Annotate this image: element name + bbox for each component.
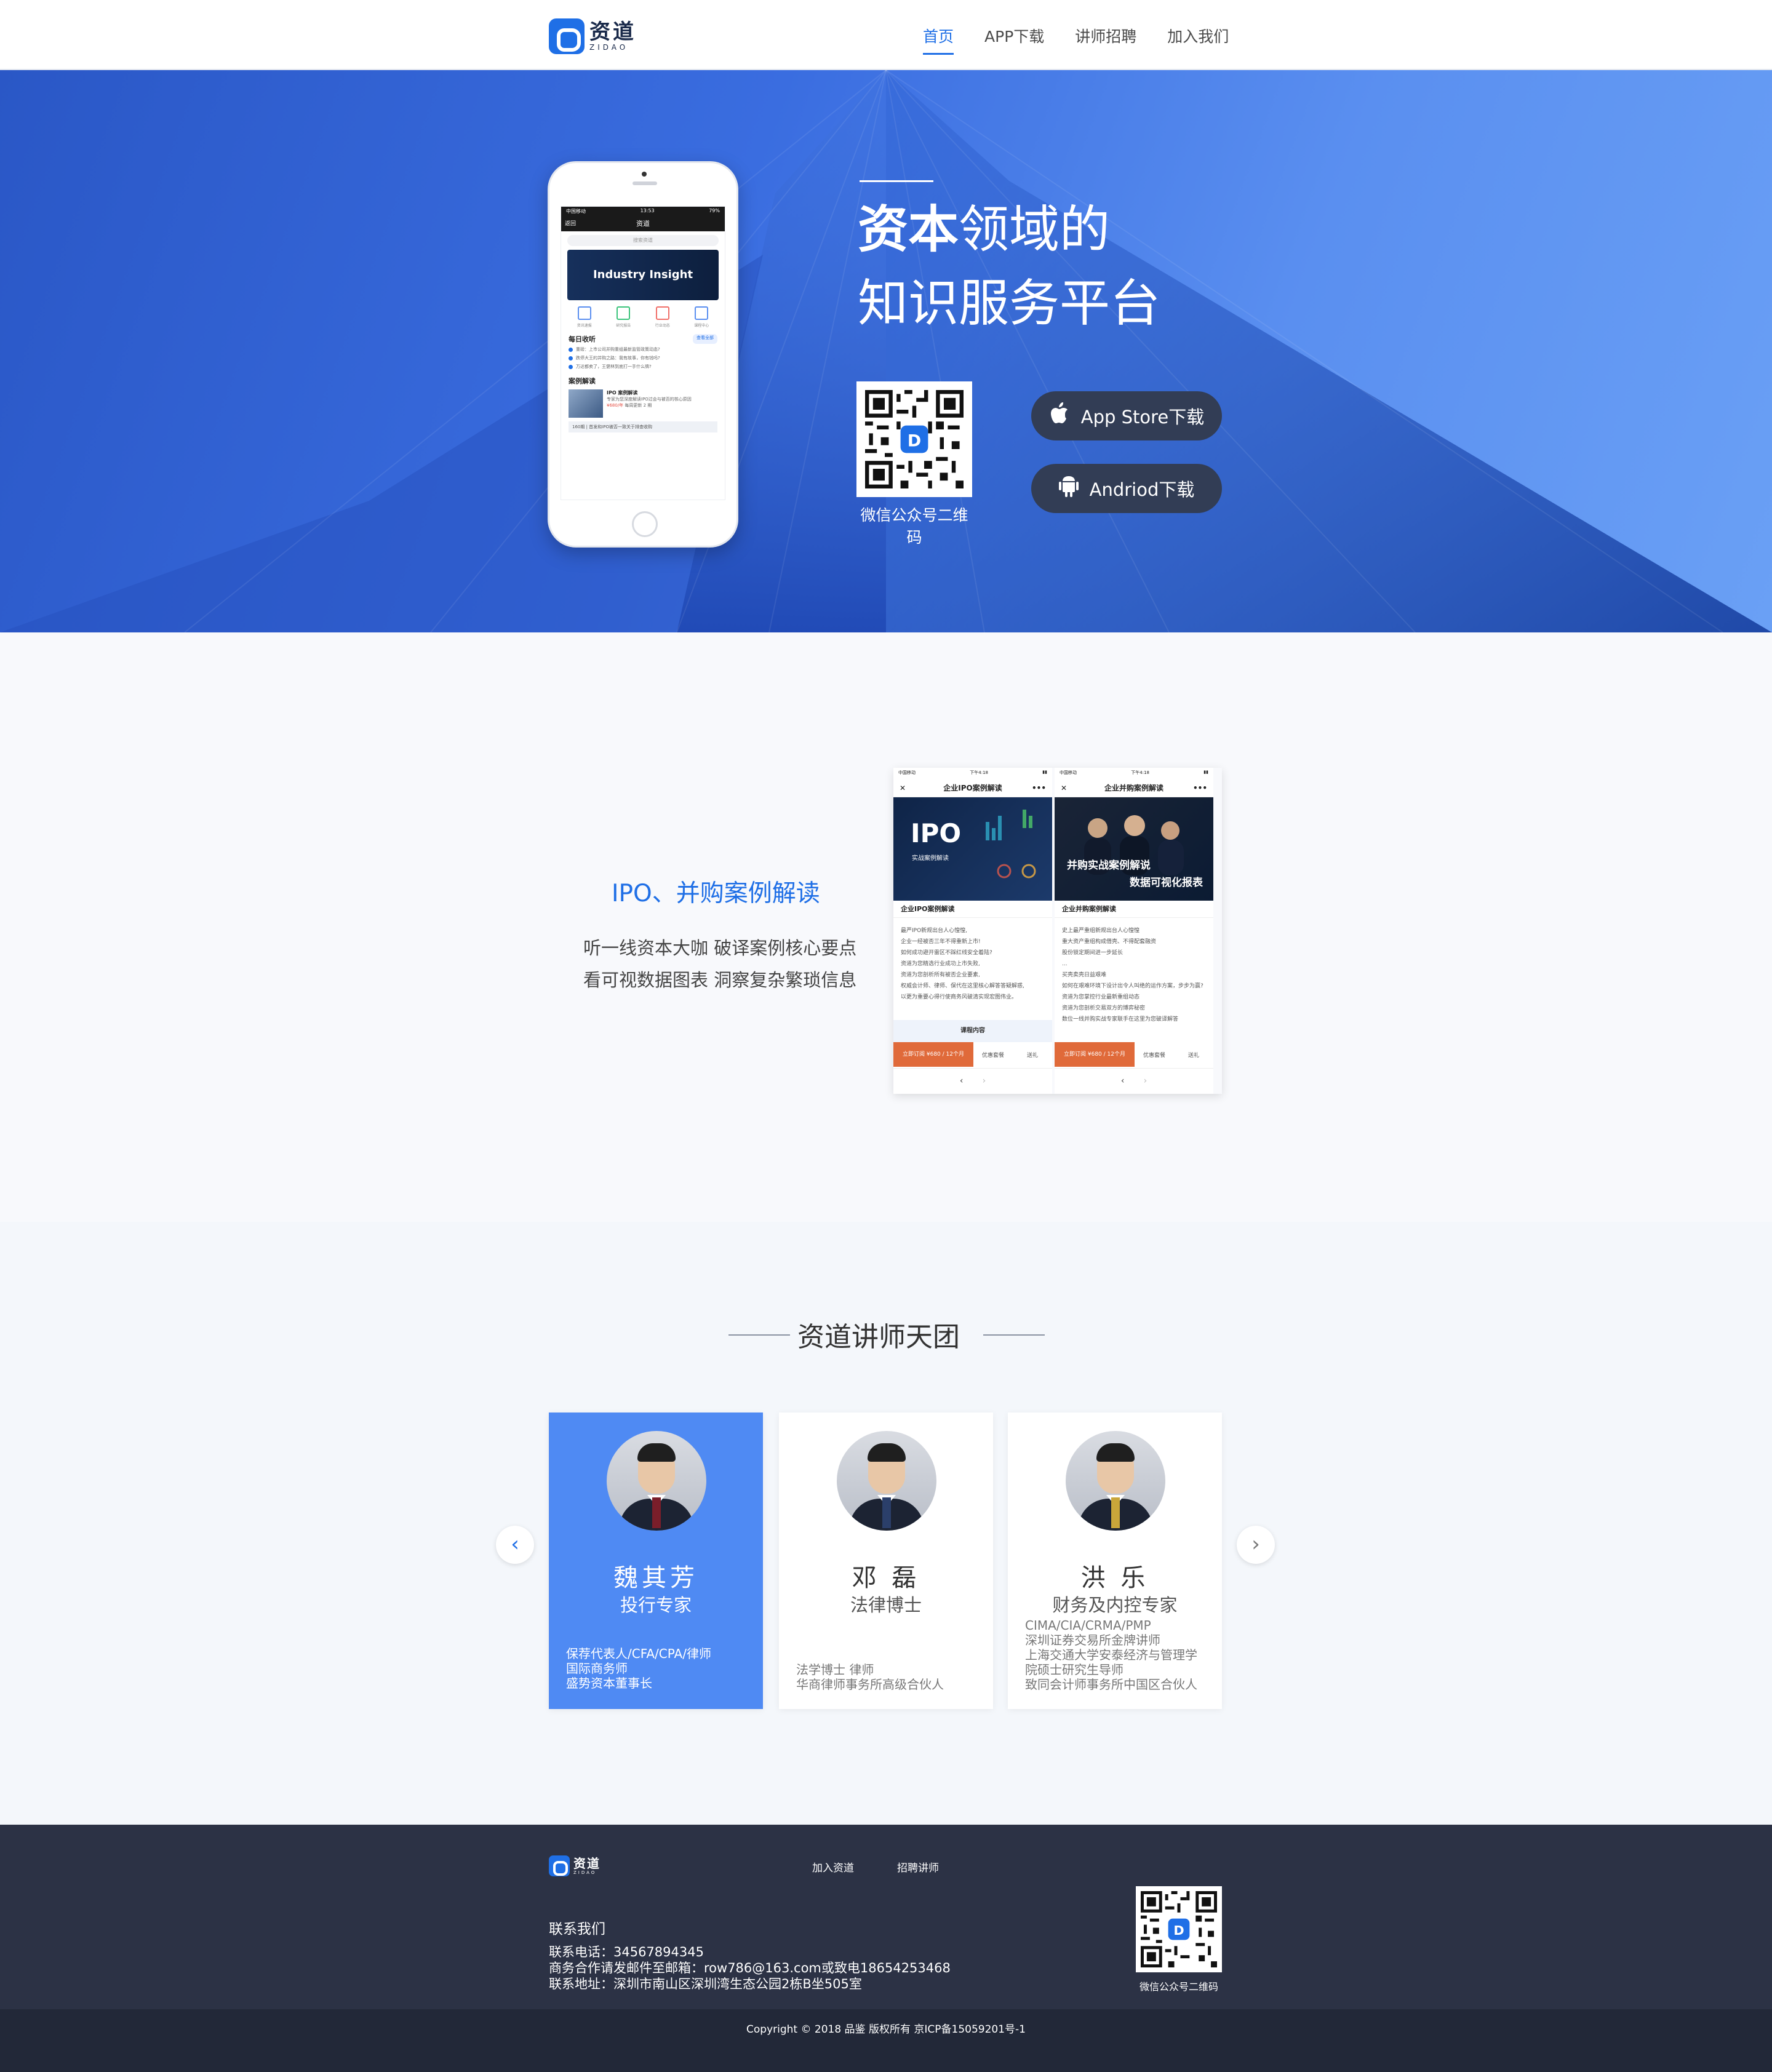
case-study-desc-2: 看可视数据图表 洞察复杂繁琐信息 (583, 970, 857, 990)
qr-caption: 微信公众号二维码 (860, 506, 968, 546)
phone-search: 搜索资道 (567, 235, 719, 246)
avatar (607, 1431, 706, 1531)
phone-home-button (632, 511, 658, 537)
title-rule-right (983, 1334, 1045, 1336)
phone-camera (642, 172, 647, 177)
chart-decoration-icon (986, 810, 1036, 879)
contact-address: 联系地址：深圳市南山区深圳湾生态公园2栋B坐505室 (549, 1977, 862, 1991)
footer: 资道 ZIDAO 加入资道 招聘讲师 联系我们 联系电话：34567894345… (0, 1825, 1772, 2009)
subscribe-button: 立即订阅 ¥680 / 12个月 (893, 1042, 973, 1067)
case-study-title: IPO、并购案例解读 (612, 880, 820, 907)
android-download-button[interactable]: Andriod下载 (1031, 464, 1222, 513)
nav-lecturer-recruit[interactable]: 讲师招聘 (1075, 25, 1136, 55)
avatar (837, 1431, 936, 1531)
phone-title: 资道 (636, 220, 650, 228)
more-icon: ••• (1031, 784, 1046, 792)
logo-icon (549, 18, 585, 54)
phone-mockup: 中国移动 13:53 79% 返回 资道 搜索资道 Industry Insig… (548, 161, 738, 548)
copyright: Copyright © 2018 品鉴 版权所有 京ICP备15059201号-… (0, 2009, 1772, 2072)
svg-text:D: D (1173, 1923, 1184, 1938)
lecturer-role: 法律博士 (850, 1595, 922, 1616)
footer-link-recruit[interactable]: 招聘讲师 (897, 1859, 939, 1875)
nav-arrows: ‹ › (893, 1068, 1052, 1093)
svg-text:D: D (908, 432, 921, 451)
lecturer-name: 洪 乐 (1080, 1564, 1149, 1592)
footer-qr-caption: 微信公众号二维码 (1139, 1981, 1218, 1993)
logo-name: 资道 (589, 20, 636, 44)
case-study-section: IPO、并购案例解读 听一线资本大咖 破译案例核心要点 看可视数据图表 洞察复杂… (0, 632, 1772, 1222)
footer-link-join[interactable]: 加入资道 (812, 1859, 854, 1875)
nav-links: 首页 APP下载 讲师招聘 加入我们 (923, 25, 1259, 55)
nav-app-download[interactable]: APP下载 (984, 25, 1044, 55)
subscribe-button: 立即订阅 ¥680 / 12个月 (1055, 1042, 1135, 1067)
contact-phone: 联系电话：34567894345 (549, 1945, 704, 1959)
building-background (0, 70, 1772, 632)
hero-rule (860, 180, 933, 182)
nav-join-us[interactable]: 加入我们 (1167, 25, 1229, 55)
ma-banner: 并购实战案例解说 数据可视化报表 (1055, 797, 1213, 901)
lecturer-role: 投行专家 (620, 1595, 692, 1616)
hero-title: 资本领域的 知识服务平台 (858, 201, 1161, 333)
lecturer-role: 财务及内控专家 (1052, 1595, 1178, 1616)
close-icon: ✕ (1061, 784, 1068, 792)
contact-email: 商务合作请发邮件至邮箱：row786@163.com或致电18654253468 (549, 1961, 951, 1975)
avatar (1066, 1431, 1165, 1531)
close-icon: ✕ (900, 784, 906, 792)
phone-back: 返回 (565, 221, 577, 227)
lecturer-desc: CIMA/CIA/CRMA/PMP 深圳证券交易所金牌讲师 上海交通大学安泰经济与管… (1025, 1618, 1197, 1692)
logo[interactable]: 资道 ZIDAO (549, 18, 636, 54)
lecturer-card[interactable]: 邓 磊 法律博士 法学博士 律师 华商律师事务所高级合伙人 (779, 1413, 993, 1709)
phone-icon-news: 资讯速报 (577, 306, 592, 328)
nav-arrows: ‹ › (1055, 1068, 1213, 1093)
qr-icon: D (865, 390, 964, 488)
case-study-desc-1: 听一线资本大咖 破译案例核心要点 (583, 938, 857, 958)
nav-home[interactable]: 首页 (923, 25, 954, 55)
lecturer-card[interactable]: 魏其芳 投行专家 保荐代表人/CFA/CPA/律师 国际商务师 盛势资本董事长 (549, 1413, 763, 1709)
hero-banner: 中国移动 13:53 79% 返回 资道 搜索资道 Industry Insig… (0, 70, 1772, 632)
footer-qr-code: D (1136, 1886, 1222, 1972)
app-store-label: App Store下载 (1080, 407, 1205, 428)
phone-screen: 中国移动 13:53 79% 返回 资道 搜索资道 Industry Insig… (561, 206, 725, 500)
logo-subtitle: ZIDAO (589, 43, 629, 52)
app-store-download-button[interactable]: App Store下载 (1031, 391, 1222, 440)
footer-links: 加入资道 招聘讲师 (812, 1859, 982, 1875)
title-rule-left (728, 1334, 790, 1336)
top-nav: 资道 ZIDAO 首页 APP下载 讲师招聘 加入我们 (0, 0, 1772, 70)
lecturers-title: 资道讲师天团 (797, 1321, 960, 1353)
android-icon (1058, 475, 1079, 503)
ipo-case-screenshot: 中国移动 下午4:18 ▮▮ ✕ 企业IPO案例解读 ••• IPO 实战案例解读 企业… (893, 768, 1052, 1094)
phone-speaker (633, 181, 657, 185)
case-screenshots: 中国移动 下午4:18 ▮▮ ✕ 企业IPO案例解读 ••• IPO 实战案例解读 企业… (893, 768, 1222, 1094)
carousel-next-button[interactable]: › (1237, 1526, 1275, 1564)
lecturers-section: 资道讲师天团 ‹ 魏其芳 投行专家 保荐代表人/CFA/CPA/律师 国际商务师盛… (0, 1222, 1772, 1825)
carousel-prev-button[interactable]: ‹ (496, 1526, 534, 1564)
lecturer-name: 魏其芳 (613, 1564, 698, 1592)
more-icon: ••• (1192, 784, 1207, 792)
wechat-qr-code: D (856, 381, 972, 497)
qr-icon: D (1141, 1891, 1217, 1967)
phone-icon-report: 研究报告 (616, 306, 631, 328)
android-label: Andriod下载 (1089, 479, 1195, 500)
phone-icon-course: 课程中心 (694, 306, 709, 328)
apple-icon (1049, 402, 1070, 431)
lecturer-desc: 保荐代表人/CFA/CPA/律师 国际商务师 盛势资本董事长 (566, 1646, 711, 1691)
lecturer-name: 邓 磊 (852, 1564, 920, 1592)
ma-case-screenshot: 中国移动 下午4:18 ▮▮ ✕ 企业并购案例解读 ••• 并购实战案例解说 数据可视化… (1055, 768, 1213, 1094)
lecturer-desc: 法学博士 律师 华商律师事务所高级合伙人 (796, 1662, 944, 1692)
footer-logo[interactable]: 资道 ZIDAO (549, 1855, 601, 1876)
logo-icon (549, 1855, 570, 1876)
ipo-banner: IPO 实战案例解读 (893, 797, 1052, 901)
lecturer-card[interactable]: 洪 乐 财务及内控专家 CIMA/CIA/CRMA/PMP 深圳证券交易所金牌讲师… (1008, 1413, 1222, 1709)
contact-title: 联系我们 (549, 1921, 605, 1937)
phone-banner: Industry Insight (567, 250, 719, 300)
phone-icon-trend: 行业动态 (655, 306, 670, 328)
